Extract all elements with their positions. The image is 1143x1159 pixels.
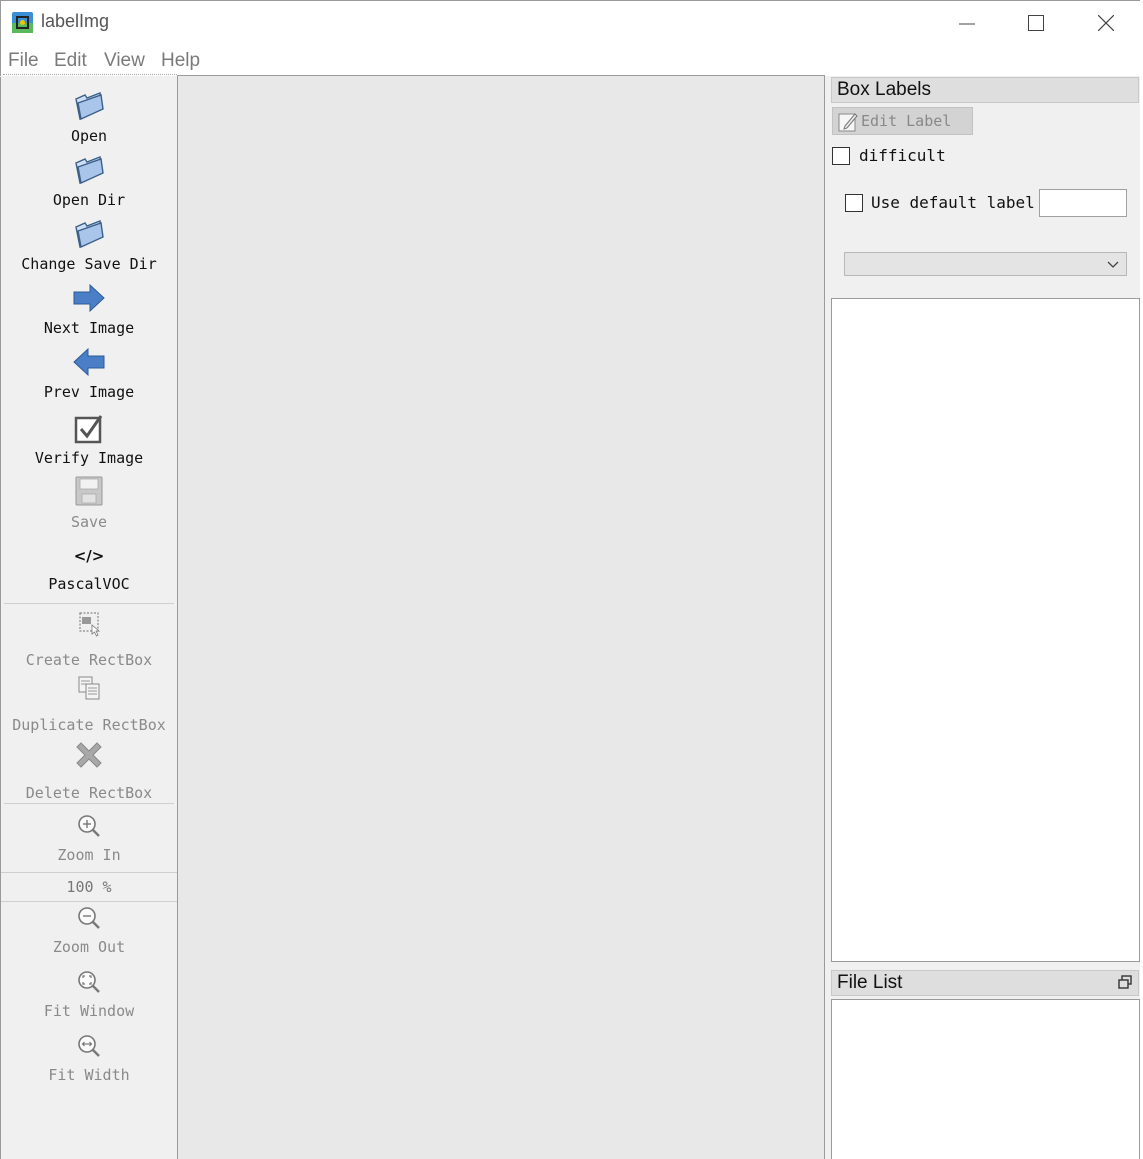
label-list[interactable] [831, 298, 1140, 962]
arrow-right-icon [73, 283, 105, 315]
change-save-dir-label: Change Save Dir [21, 255, 157, 273]
file-list-dock-title: File List [831, 970, 1139, 996]
box-labels-dock-title: Box Labels [831, 77, 1139, 103]
prev-image-label: Prev Image [43, 383, 135, 401]
use-default-label-label: Use default label [871, 193, 1035, 212]
fit-width-icon [73, 1031, 105, 1063]
prev-image-button[interactable]: Prev Image [1, 345, 177, 405]
edit-label-text: Edit Label [861, 112, 952, 130]
menu-file[interactable]: File [8, 50, 39, 72]
open-label: Open [70, 127, 108, 145]
save-label: Save [70, 513, 108, 531]
format-label: PascalVOC [48, 575, 130, 593]
zoom-level-value: 100 % [66, 878, 112, 896]
floppy-disk-icon [73, 475, 105, 507]
open-dir-label: Open Dir [52, 191, 126, 209]
fit-width-button[interactable]: Fit Width [1, 1031, 177, 1087]
zoom-out-label: Zoom Out [52, 938, 126, 956]
zoom-in-label: Zoom In [57, 846, 121, 864]
fit-width-label: Fit Width [48, 1066, 130, 1084]
create-rectbox-label: Create RectBox [25, 651, 153, 669]
verify-image-button[interactable]: Verify Image [1, 413, 177, 473]
minimize-button[interactable] [937, 1, 997, 45]
minimize-icon [959, 23, 975, 25]
label-filter-combobox[interactable] [844, 252, 1127, 276]
zoom-level-spinbox[interactable]: 100 % [1, 872, 177, 902]
save-button[interactable]: Save [1, 475, 177, 535]
toolbar-separator [4, 803, 174, 804]
close-button[interactable] [1076, 1, 1136, 45]
next-image-label: Next Image [43, 319, 135, 337]
zoom-in-icon [73, 811, 105, 843]
duplicate-rectbox-label: Duplicate RectBox [12, 716, 166, 734]
duplicate-rectbox-button[interactable]: Duplicate RectBox [1, 673, 177, 734]
duplicate-icon [73, 673, 105, 705]
maximize-button[interactable] [1006, 1, 1066, 45]
title-bar: labelImg [0, 0, 1141, 44]
edit-pencil-icon [837, 111, 859, 133]
menu-bar: File Edit View Help [0, 44, 1141, 76]
arrow-left-icon [73, 347, 105, 379]
maximize-icon [1028, 15, 1044, 31]
left-toolbar: Open Open Dir Change Save Dir Next Image… [0, 77, 177, 1159]
float-dock-icon[interactable] [1118, 975, 1132, 989]
zoom-out-button[interactable]: Zoom Out [1, 903, 177, 959]
fit-window-icon [73, 967, 105, 999]
zoom-in-button[interactable]: Zoom In [1, 811, 177, 867]
difficult-label: difficult [859, 146, 946, 165]
toolbar-separator [4, 603, 174, 604]
code-format-icon: </> [73, 547, 105, 565]
app-logo-icon [11, 11, 34, 34]
next-image-button[interactable]: Next Image [1, 281, 177, 341]
menu-help[interactable]: Help [161, 50, 200, 72]
create-rectbox-icon [73, 609, 105, 641]
chevron-down-icon [1107, 261, 1119, 268]
verify-image-label: Verify Image [34, 449, 144, 467]
default-label-input[interactable] [1039, 189, 1127, 217]
fit-window-button[interactable]: Fit Window [1, 967, 177, 1023]
format-toggle-button[interactable]: </> PascalVOC [1, 543, 177, 597]
create-rectbox-button[interactable]: Create RectBox [1, 609, 177, 669]
close-icon [1098, 15, 1114, 31]
fit-window-label: Fit Window [43, 1002, 135, 1020]
difficult-checkbox[interactable] [832, 147, 850, 165]
delete-rectbox-button[interactable]: Delete RectBox [1, 739, 177, 802]
zoom-out-icon [73, 903, 105, 935]
delete-x-icon [73, 739, 105, 771]
delete-rectbox-label: Delete RectBox [25, 784, 153, 802]
folder-open-icon [73, 217, 105, 249]
menu-edit[interactable]: Edit [54, 50, 87, 72]
edit-label-button[interactable]: Edit Label [832, 107, 973, 135]
file-list-title-text: File List [837, 972, 903, 993]
folder-open-icon [73, 89, 105, 121]
window-title: labelImg [41, 11, 110, 31]
menu-view[interactable]: View [104, 50, 145, 72]
folder-open-icon [73, 153, 105, 185]
image-canvas[interactable] [177, 75, 825, 1159]
toolbar-grip [3, 74, 177, 75]
checkbox-checked-icon [73, 413, 105, 445]
open-dir-button[interactable]: Open Dir [1, 153, 177, 213]
open-button[interactable]: Open [1, 89, 177, 149]
use-default-label-checkbox[interactable] [845, 194, 863, 212]
change-save-dir-button[interactable]: Change Save Dir [1, 217, 177, 277]
file-list[interactable] [831, 999, 1140, 1159]
